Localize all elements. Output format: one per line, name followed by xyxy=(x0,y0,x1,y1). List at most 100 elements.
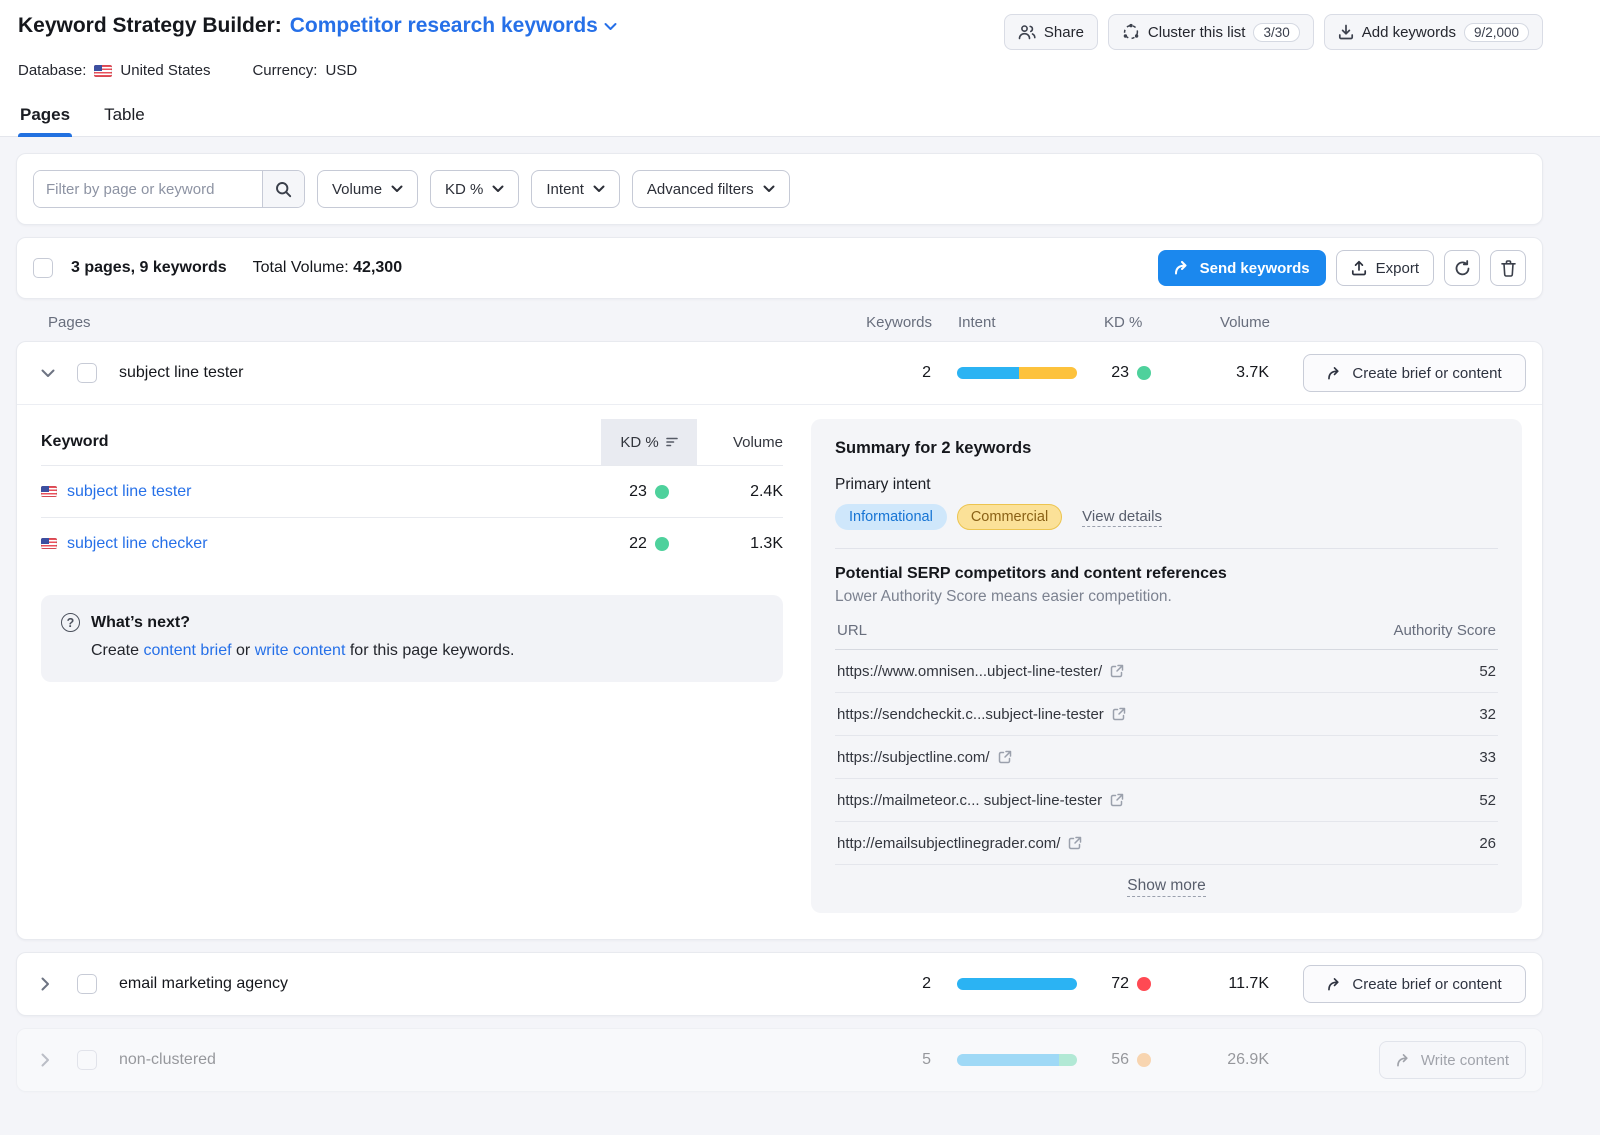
url-row: https://www.omnisen...ubject-line-tester… xyxy=(835,650,1498,693)
kd-cell: 56 xyxy=(1103,1051,1167,1069)
view-tabs: Pages Table xyxy=(0,99,1600,137)
select-all-checkbox[interactable] xyxy=(33,258,53,278)
create-brief-button[interactable]: Create brief or content xyxy=(1303,354,1526,392)
send-keywords-button[interactable]: Send keywords xyxy=(1158,250,1326,286)
chevron-down-icon xyxy=(391,185,403,193)
serp-subtitle: Lower Authority Score means easier compe… xyxy=(835,588,1498,606)
whats-next-text: Create content brief or write content fo… xyxy=(61,642,763,660)
send-arrow-icon xyxy=(1327,367,1343,380)
search-input[interactable] xyxy=(34,171,262,207)
page-title: Keyword Strategy Builder: xyxy=(18,14,282,38)
tab-table[interactable]: Table xyxy=(102,99,147,136)
refresh-button[interactable] xyxy=(1444,250,1480,286)
col-keyword: Keyword xyxy=(41,433,601,451)
col-volume: Volume xyxy=(697,434,783,451)
external-link-icon[interactable] xyxy=(998,750,1012,764)
row-checkbox[interactable] xyxy=(77,974,97,994)
keyword-link[interactable]: subject line checker xyxy=(41,535,601,553)
kd-dot xyxy=(1137,1053,1151,1067)
keywords-count: 2 xyxy=(851,364,931,382)
external-link-icon[interactable] xyxy=(1068,836,1082,850)
kd-dot xyxy=(655,537,669,551)
serp-title: Potential SERP competitors and content r… xyxy=(835,565,1498,583)
export-button[interactable]: Export xyxy=(1336,250,1434,286)
add-keywords-button[interactable]: Add keywords 9/2,000 xyxy=(1324,14,1543,50)
volume-value: 11.7K xyxy=(1167,975,1273,993)
send-arrow-icon xyxy=(1396,1054,1412,1067)
cluster-label: Cluster this list xyxy=(1148,24,1246,41)
volume-value: 1.3K xyxy=(697,535,783,553)
list-name-dropdown[interactable]: Competitor research keywords xyxy=(290,14,617,38)
col-kd-sort[interactable]: KD % xyxy=(601,419,697,465)
kd-cell: 23 xyxy=(1103,364,1167,382)
authority-score: 52 xyxy=(1479,663,1496,680)
external-link-icon[interactable] xyxy=(1112,707,1126,721)
show-more-link[interactable]: Show more xyxy=(1127,877,1205,897)
intent-bar xyxy=(957,978,1077,990)
kd-cell: 72 xyxy=(1103,975,1167,993)
volume-value: 3.7K xyxy=(1167,364,1273,382)
authority-score: 32 xyxy=(1479,706,1496,723)
col-url: URL xyxy=(837,622,867,639)
cluster-icon xyxy=(1122,23,1140,41)
chevron-down-icon xyxy=(593,185,605,193)
external-link-icon[interactable] xyxy=(1110,664,1124,678)
primary-intent-label: Primary intent xyxy=(835,476,1498,494)
filter-advanced[interactable]: Advanced filters xyxy=(632,170,790,208)
authority-score: 26 xyxy=(1479,835,1496,852)
url-text: https://subjectline.com/ xyxy=(837,749,990,766)
search-button[interactable] xyxy=(262,171,304,207)
tab-pages[interactable]: Pages xyxy=(18,99,72,136)
database-label: Database: xyxy=(18,62,86,79)
share-label: Share xyxy=(1044,24,1084,41)
row-checkbox[interactable] xyxy=(77,1050,97,1070)
add-keywords-label: Add keywords xyxy=(1362,24,1456,41)
expand-chevron-icon[interactable] xyxy=(41,1053,57,1067)
table-row: email marketing agency 2 72 11.7K Create… xyxy=(17,953,1542,1015)
authority-score: 33 xyxy=(1479,749,1496,766)
chevron-down-icon xyxy=(492,185,504,193)
export-icon xyxy=(1351,260,1367,276)
create-brief-button[interactable]: Create brief or content xyxy=(1303,965,1526,1003)
selection-bar: 3 pages, 9 keywords Total Volume: 42,300… xyxy=(16,237,1543,299)
url-row: http://emailsubjectlinegrader.com/ 26 xyxy=(835,822,1498,865)
table-row: subject line tester 2 23 3.7K Create bri… xyxy=(17,342,1542,404)
delete-button[interactable] xyxy=(1490,250,1526,286)
page-card-email-marketing-agency: email marketing agency 2 72 11.7K Create… xyxy=(16,952,1543,1016)
filter-intent[interactable]: Intent xyxy=(531,170,620,208)
share-button[interactable]: Share xyxy=(1004,14,1098,50)
filter-volume[interactable]: Volume xyxy=(317,170,418,208)
row-checkbox[interactable] xyxy=(77,363,97,383)
summary-title: Summary for 2 keywords xyxy=(835,439,1498,458)
write-content-button[interactable]: Write content xyxy=(1379,1041,1526,1079)
collapse-chevron-icon[interactable] xyxy=(41,369,57,378)
cluster-list-button[interactable]: Cluster this list 3/30 xyxy=(1108,14,1314,50)
refresh-icon xyxy=(1454,260,1471,277)
intent-bar xyxy=(957,367,1077,379)
database-value: United States xyxy=(120,62,210,79)
url-row: https://subjectline.com/ 33 xyxy=(835,736,1498,779)
filter-kd[interactable]: KD % xyxy=(430,170,519,208)
kd-dot xyxy=(655,485,669,499)
external-link-icon[interactable] xyxy=(1110,793,1124,807)
expanded-detail: Keyword KD % Volume subject line tester … xyxy=(17,404,1542,939)
keyword-row: subject line checker 22 1.3K xyxy=(41,517,783,569)
kd-dot xyxy=(1137,366,1151,380)
table-row: non-clustered 5 56 26.9K Write content xyxy=(17,1029,1542,1091)
write-content-link[interactable]: write content xyxy=(255,642,346,659)
summary-panel: Summary for 2 keywords Primary intent In… xyxy=(811,419,1522,913)
kd-cell: 23 xyxy=(601,483,697,501)
expand-chevron-icon[interactable] xyxy=(41,977,57,991)
col-kd: KD % xyxy=(1104,314,1168,331)
kd-dot xyxy=(1137,977,1151,991)
cluster-count-badge: 3/30 xyxy=(1253,23,1299,42)
share-users-icon xyxy=(1018,24,1036,40)
col-intent: Intent xyxy=(958,314,1078,331)
url-text: https://mailmeteor.c... subject-line-tes… xyxy=(837,792,1102,809)
whats-next-box: ? What’s next? Create content brief or w… xyxy=(41,595,783,682)
volume-value: 2.4K xyxy=(697,483,783,501)
content-brief-link[interactable]: content brief xyxy=(143,642,231,659)
view-details-link[interactable]: View details xyxy=(1082,508,1162,527)
search-box xyxy=(33,170,305,208)
keyword-link[interactable]: subject line tester xyxy=(41,483,601,501)
